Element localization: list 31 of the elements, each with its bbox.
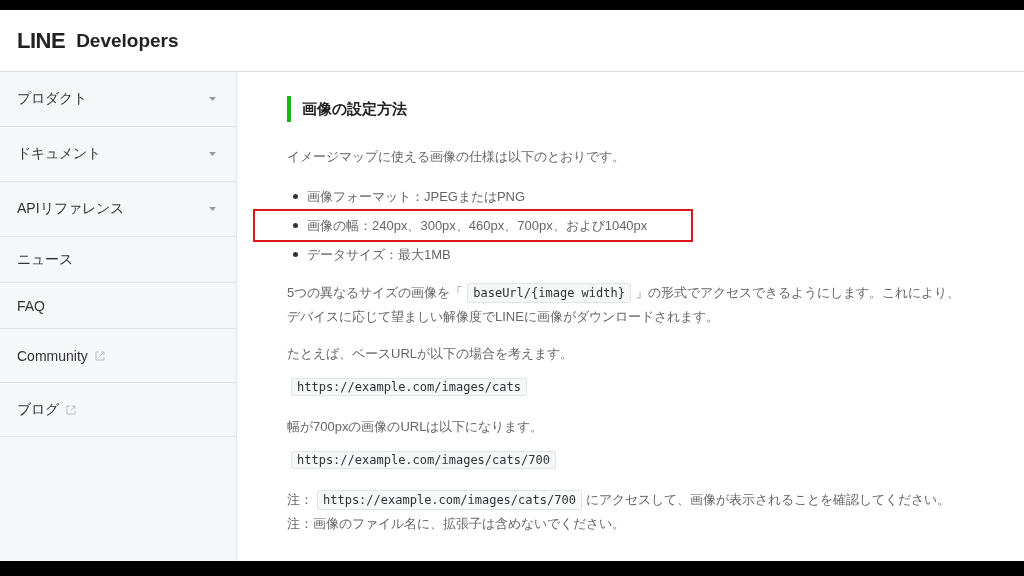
body-text: にアクセスして、画像が表示されることを確認してください。 [585,491,950,509]
external-link-icon [66,404,76,415]
nav-item[interactable]: APIリファレンス [0,182,236,237]
list-item: データサイズ：最大1MB [287,240,451,269]
body-text: 」の形式でアクセスできるようにします。これにより、 [634,284,960,302]
nav-item[interactable]: ブログ [0,383,236,437]
nav-item[interactable]: Community [0,329,236,383]
body-text: 注： [287,491,313,509]
inline-code: baseUrl/{image width} [467,283,631,303]
caret-icon [209,97,216,101]
code-snippet: https://example.com/images/cats/700 [291,451,556,469]
caret-icon [209,207,216,211]
brand-name[interactable]: Developers [76,29,179,52]
caret-icon [209,152,216,156]
section-heading: 画像の設定方法 [287,96,1024,122]
inline-code: https://example.com/images/cats/700 [317,490,582,510]
nav-item[interactable]: ドキュメント [0,127,236,182]
nav-item[interactable]: FAQ [0,283,236,329]
nav-item[interactable]: プロダクト [0,72,236,127]
highlighted-list-item: 画像の幅：240px、300px、460px、700px、および1040px [255,211,691,240]
body-text: 注：画像のファイル名に、拡張子は含めないでください。 [287,515,625,533]
code-snippet: https://example.com/images/cats [291,378,527,396]
body-text: たとえば、ベースURLが以下の場合を考えます。 [287,345,573,363]
body-text: 幅が700pxの画像のURLは以下になります。 [287,418,544,436]
body-text: デバイスに応じて望ましい解像度でLINEに画像がダウンロードされます。 [287,308,719,326]
external-link-icon [94,350,105,361]
list-item: 画像フォーマット：JPEGまたはPNG [287,182,526,211]
intro-text: イメージマップに使える画像の仕様は以下のとおりです。 [287,148,625,166]
logo[interactable]: LINE [17,27,66,54]
nav-item[interactable]: ニュース [0,237,236,283]
body-text: 5つの異なるサイズの画像を「 [287,284,464,302]
